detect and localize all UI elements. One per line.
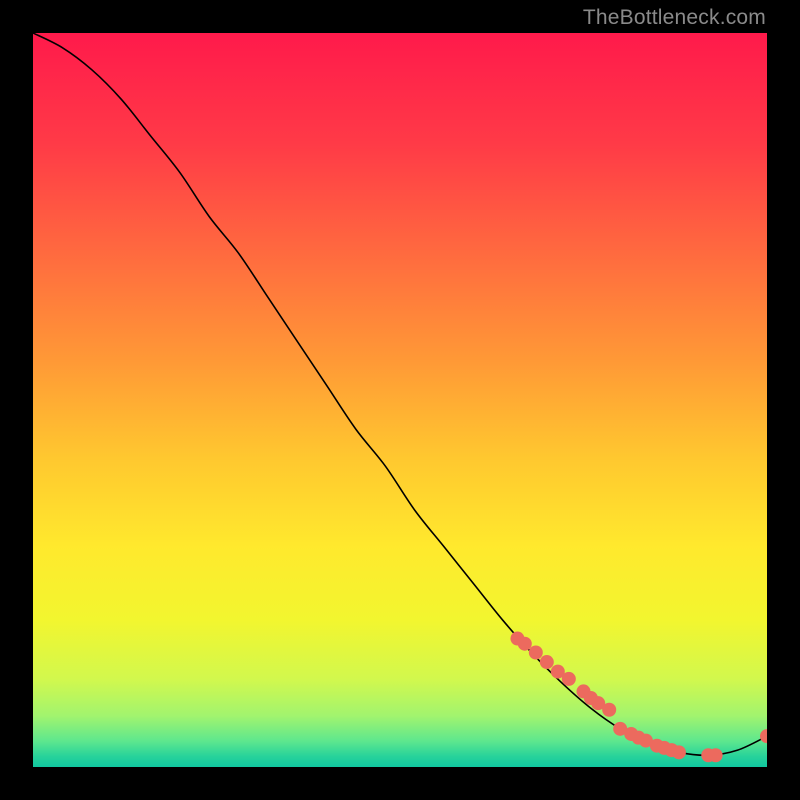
watermark-text: TheBottleneck.com xyxy=(583,6,766,30)
marker-dot xyxy=(518,637,532,651)
marker-dot xyxy=(602,703,616,717)
chart-stage: TheBottleneck.com xyxy=(0,0,800,800)
gradient-rect xyxy=(33,33,767,767)
marker-dot xyxy=(562,672,576,686)
marker-dot xyxy=(540,655,554,669)
marker-dot xyxy=(529,646,543,660)
marker-dot xyxy=(672,745,686,759)
marker-dot xyxy=(709,748,723,762)
chart-plot xyxy=(33,33,767,767)
